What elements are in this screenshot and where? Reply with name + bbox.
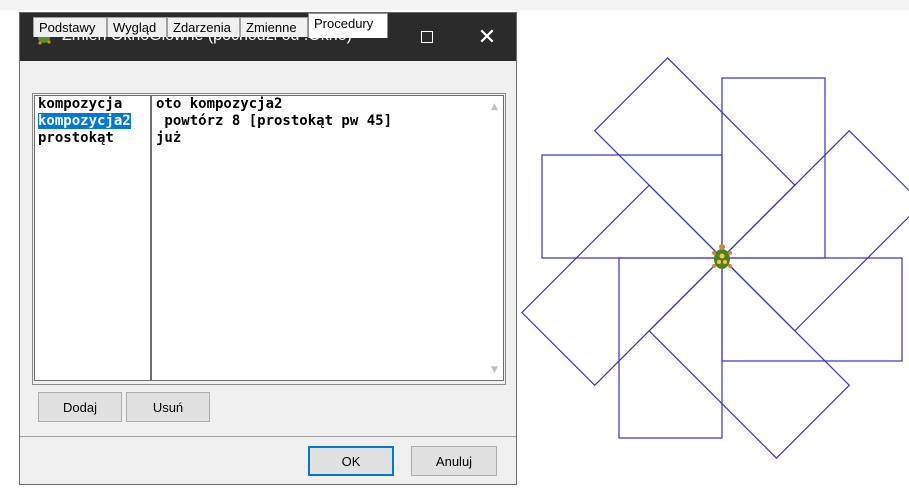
divider bbox=[20, 436, 516, 437]
vertical-scrollbar[interactable]: ▲ ▼ bbox=[486, 96, 503, 380]
rectangle-shape bbox=[721, 257, 903, 362]
tab-zmienne[interactable]: Zmienne bbox=[240, 17, 308, 37]
tab-zdarzenia[interactable]: Zdarzenia bbox=[167, 17, 240, 37]
background-strip bbox=[0, 0, 909, 10]
rectangle-shape bbox=[593, 57, 796, 259]
tab-podstawy[interactable]: Podstawy bbox=[33, 17, 107, 37]
remove-button[interactable]: Usuń bbox=[126, 392, 210, 422]
procedure-name: kompozycja2 bbox=[38, 113, 131, 129]
maximize-button[interactable] bbox=[404, 13, 450, 61]
procedure-name: kompozycja bbox=[38, 96, 123, 112]
list-item-selected[interactable]: kompozycja2 bbox=[35, 113, 150, 130]
list-item[interactable]: kompozycja bbox=[35, 96, 150, 113]
turtle-icon bbox=[712, 244, 732, 269]
maximize-icon bbox=[421, 31, 433, 43]
drawing-canvas bbox=[521, 57, 909, 459]
procedure-name: prostokąt bbox=[38, 130, 114, 146]
close-icon: ✕ bbox=[477, 24, 497, 50]
ok-button[interactable]: OK bbox=[308, 446, 394, 476]
list-item[interactable]: prostokąt bbox=[35, 130, 150, 147]
close-button[interactable]: ✕ bbox=[464, 13, 510, 61]
rectangle-shape bbox=[648, 257, 851, 459]
procedure-list[interactable]: kompozycja kompozycja2 prostokąt bbox=[34, 95, 151, 381]
code-line: już bbox=[156, 130, 182, 146]
cancel-button[interactable]: Anuluj bbox=[411, 446, 497, 476]
tab-procedury[interactable]: Procedury bbox=[308, 13, 388, 38]
rectangle-shape bbox=[541, 154, 723, 259]
edit-window: Zmień OknoGłówne (pochodzi od .Okno) ✕ P… bbox=[19, 12, 517, 485]
code-line: oto kompozycja2 bbox=[156, 96, 283, 112]
rectangle-shape bbox=[618, 257, 723, 439]
scroll-down-icon[interactable]: ▼ bbox=[486, 361, 503, 378]
rectangle-shape bbox=[521, 184, 723, 387]
tab-wyglad[interactable]: Wygląd bbox=[107, 17, 167, 37]
code-line: powtórz 8 [prostokąt pw 45] bbox=[156, 113, 393, 129]
scroll-up-icon[interactable]: ▲ bbox=[486, 98, 503, 115]
rectangle-shape bbox=[721, 77, 826, 259]
procedure-editor[interactable]: oto kompozycja2 powtórz 8 [prostokąt pw … bbox=[151, 95, 504, 381]
add-button[interactable]: Dodaj bbox=[38, 392, 122, 422]
